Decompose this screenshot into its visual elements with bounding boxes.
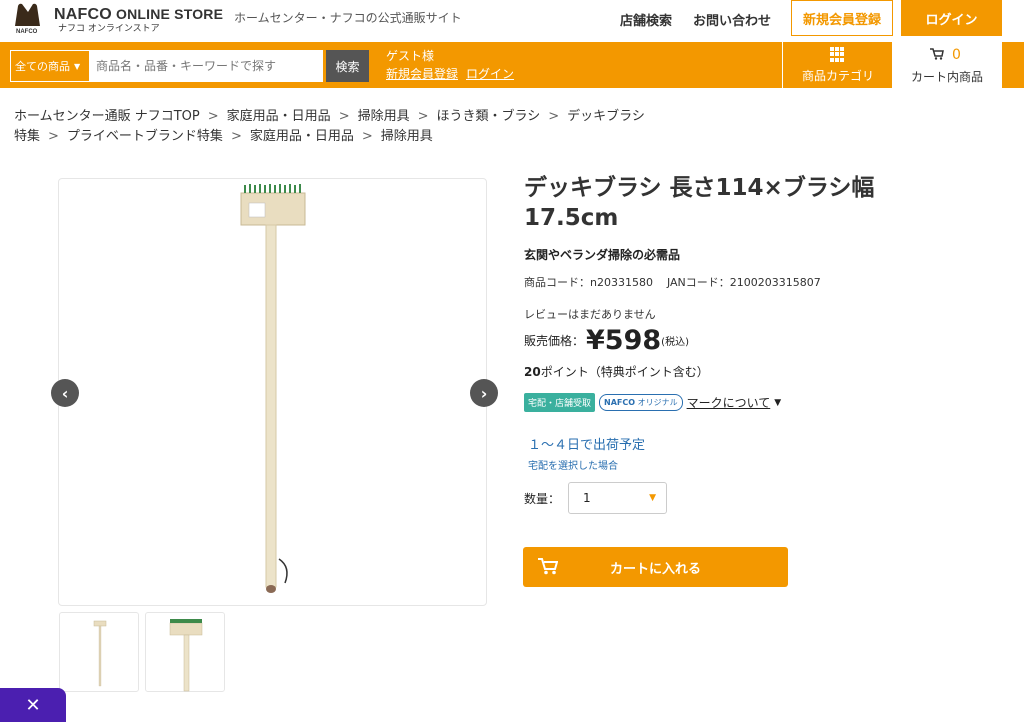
chevron-down-icon: ▼ [74,61,81,71]
thumbnail-image [169,619,203,692]
cart-icon [930,48,944,60]
mark-info-link[interactable]: マークについて [687,394,771,411]
breadcrumb-separator: > [207,109,219,124]
points-info: 20ポイント（特典ポイント含む） [524,363,709,380]
breadcrumb: 特集 > プライベートブランド特集 > 家庭用品・日用品 > 掃除用具 [14,125,433,144]
points-value: 20 [524,365,541,379]
original-badge-label: オリジナル [637,398,678,407]
price-row: 販売価格：¥598(税込) [524,325,689,356]
breadcrumb-link[interactable]: ホームセンター通販 ナフコTOP [14,109,200,124]
badge-row: 宅配・店舗受取 NAFCO オリジナル マークについて ▼ [524,392,781,412]
breadcrumb-separator: > [417,109,429,124]
price-value: ¥598 [586,325,662,356]
thumbnail-2[interactable] [145,612,225,692]
store-search-link[interactable]: 店舗検索 [620,10,672,29]
search-bar: 全ての商品 ▼ 検索 ゲスト様 新規会員登録ログイン 商品カテゴリ 0 カート内… [0,42,1024,88]
logo-sub-en: ONLINE STORE [115,6,224,22]
breadcrumb-link[interactable]: 家庭用品・日用品 [227,109,331,124]
site-tagline: ホームセンター・ナフコの公式通販サイト [234,11,462,25]
category-select-value: 全ての商品 [15,60,70,73]
breadcrumb-link[interactable]: 掃除用具 [358,109,410,124]
breadcrumb-link[interactable]: プライベートブランド特集 [67,129,223,144]
breadcrumb-link[interactable]: 掃除用具 [381,129,433,144]
site-logo[interactable]: NAFCO NAFCO ONLINE STORE ナフコ オンラインストア [12,2,223,36]
svg-text:NAFCO: NAFCO [16,29,38,35]
delivery-badge: 宅配・店舗受取 [524,393,596,412]
guest-login-link[interactable]: ログイン [466,67,514,81]
grid-icon [830,47,845,62]
register-button[interactable]: 新規会員登録 [791,0,893,36]
next-image-button[interactable]: › [470,379,498,407]
jan-code: JANコード：2100203315807 [666,276,821,289]
quantity-label: 数量： [524,492,561,506]
add-to-cart-label: カートに入れる [609,562,701,577]
prev-image-button[interactable]: ‹ [51,379,79,407]
product-image [240,184,306,593]
product-codes: 商品コード：n20331580 JANコード：2100203315807 [524,274,821,290]
cart-count: 0 [952,47,961,63]
close-icon[interactable]: ✕ [0,688,66,722]
quantity-value: 1 [583,491,591,505]
breadcrumb: ホームセンター通販 ナフコTOP > 家庭用品・日用品 > 掃除用具 > ほうき類・ブラシ >… [14,105,645,124]
breadcrumb-separator: > [230,129,242,144]
tax-note: (税込) [661,337,689,348]
shipping-note: 宅配を選択した場合 [528,461,618,472]
thumbnail-image [93,620,107,687]
guest-label: ゲスト様 [386,49,435,63]
search-button[interactable]: 検索 [326,50,369,82]
breadcrumb-link[interactable]: 特集 [14,129,40,144]
category-nav-label: 商品カテゴリ [801,69,874,83]
chevron-down-icon: ▼ [649,493,656,503]
login-button[interactable]: ログイン [901,0,1002,36]
quantity-select[interactable]: 1 ▼ [568,482,667,514]
category-select[interactable]: 全ての商品 ▼ [10,50,90,82]
breadcrumb-link[interactable]: ほうき類・ブラシ [437,109,541,124]
site-header: NAFCO NAFCO ONLINE STORE ナフコ オンラインストア ホー… [0,0,1024,42]
breadcrumb-separator: > [361,129,373,144]
product-code: 商品コード：n20331580 [524,276,653,289]
product-title: デッキブラシ 長さ114×ブラシ幅17.5cm [524,175,875,231]
points-label: ポイント（特典ポイント含む） [540,365,709,379]
product-image-gallery: ‹ › [51,178,498,606]
cart-nav-label: カート内商品 [910,70,983,84]
nafco-logo-mark-icon: NAFCO [14,3,44,35]
breadcrumb-separator: > [48,129,59,144]
breadcrumb-separator: > [338,109,350,124]
contact-link[interactable]: お問い合わせ [693,10,771,29]
search-input[interactable] [90,50,323,82]
category-nav-button[interactable]: 商品カテゴリ [782,42,892,88]
cart-nav-button[interactable]: 0 カート内商品 [892,42,1002,88]
price-label: 販売価格： [524,334,585,348]
guest-register-link[interactable]: 新規会員登録 [386,67,458,81]
review-status: レビューはまだありません [524,308,656,321]
original-badge: NAFCO オリジナル [599,394,683,411]
logo-sub-jp: ナフコ オンラインストア [58,24,160,34]
breadcrumb-link[interactable]: 家庭用品・日用品 [250,129,354,144]
shipping-estimate: １～４日で出荷予定 [528,438,646,453]
product-subtitle: 玄関やベランダ掃除の必需品 [524,248,681,262]
original-badge-brand: NAFCO [604,398,636,407]
breadcrumb-separator: > [548,109,560,124]
thumbnail-1[interactable] [59,612,139,692]
breadcrumb-link[interactable]: デッキブラシ [567,109,645,124]
add-to-cart-button[interactable]: カートに入れる [523,547,788,587]
caret-down-icon[interactable]: ▼ [774,398,781,408]
